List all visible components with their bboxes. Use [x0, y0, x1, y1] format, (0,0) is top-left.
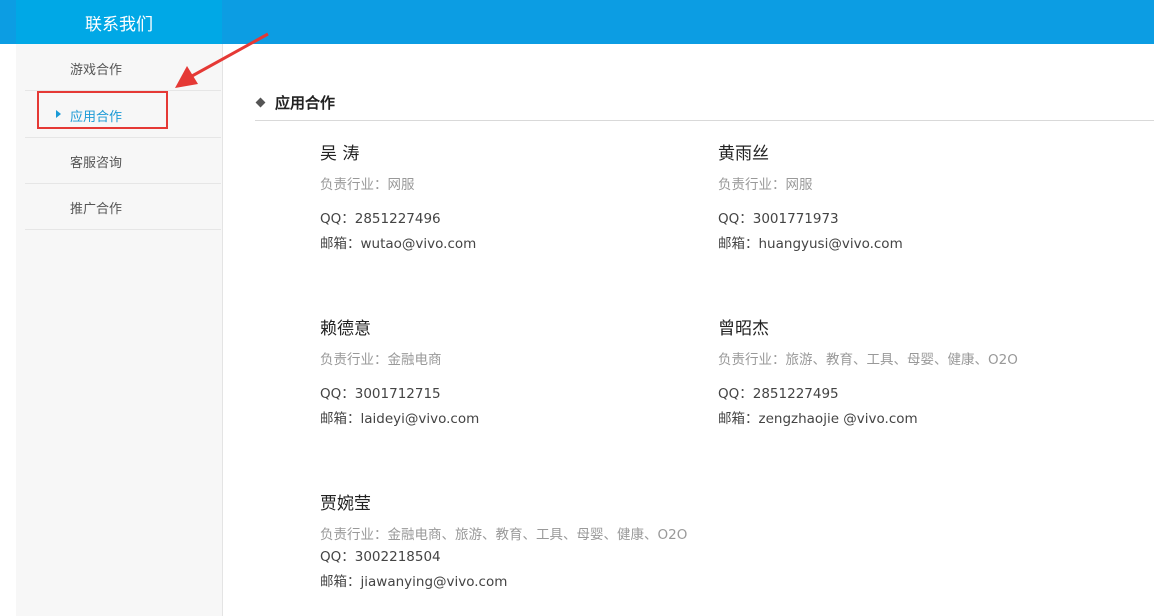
sidebar-item-label: 游戏合作 [70, 63, 123, 78]
contact-industry: 负责行业：网服 [718, 177, 813, 193]
contact-qq: QQ：2851227495 [718, 386, 839, 402]
contact-email: 邮箱：wutao@vivo.com [320, 236, 477, 252]
contact-qq: QQ：2851227496 [320, 211, 441, 227]
contact-email: 邮箱：laideyi@vivo.com [320, 411, 480, 427]
sidebar-item-customer-service[interactable]: 客服咨询 [25, 137, 221, 184]
section-header: 应用合作 [255, 92, 1154, 121]
contact-card: 吴 涛 负责行业：网服 QQ：2851227496 邮箱：wutao@vivo.… [320, 143, 700, 257]
diamond-bullet-icon [255, 97, 266, 108]
contact-name: 贾婉莹 [320, 494, 371, 514]
contact-qq: QQ：3001712715 [320, 386, 441, 402]
contact-qq: QQ：3001771973 [718, 211, 839, 227]
sidebar-item-label: 推广合作 [70, 202, 123, 217]
contact-industry: 负责行业：金融电商、旅游、教育、工具、母婴、健康、O2O [320, 527, 688, 543]
contact-email: 邮箱：huangyusi@vivo.com [718, 236, 903, 252]
contact-card: 黄雨丝 负责行业：网服 QQ：3001771973 邮箱：huangyusi@v… [718, 143, 1098, 257]
contact-card: 曾昭杰 负责行业：旅游、教育、工具、母婴、健康、O2O QQ：285122749… [718, 318, 1098, 432]
section-title: 应用合作 [275, 94, 336, 112]
sidebar-item-label: 应用合作 [70, 110, 123, 125]
contact-card: 贾婉莹 负责行业：金融电商、旅游、教育、工具、母婴、健康、O2O QQ：3002… [320, 493, 700, 595]
sidebar: 游戏合作 应用合作 客服咨询 推广合作 [16, 44, 223, 616]
contact-qq: QQ：3002218504 [320, 549, 441, 565]
left-gutter [0, 44, 17, 616]
contact-name: 赖德意 [320, 319, 371, 339]
contact-industry: 负责行业：网服 [320, 177, 415, 193]
sidebar-item-promotion-cooperation[interactable]: 推广合作 [25, 183, 221, 230]
annotation-arrow-icon [175, 32, 269, 88]
contact-email: 邮箱：zengzhaojie @vivo.com [718, 411, 918, 427]
contact-name: 黄雨丝 [718, 144, 769, 164]
contact-email: 邮箱：jiawanying@vivo.com [320, 574, 508, 590]
contact-card: 赖德意 负责行业：金融电商 QQ：3001712715 邮箱：laideyi@v… [320, 318, 700, 432]
sidebar-item-label: 客服咨询 [70, 156, 123, 171]
contact-name: 曾昭杰 [718, 319, 769, 339]
contact-industry: 负责行业：旅游、教育、工具、母婴、健康、O2O [718, 352, 1018, 368]
contact-industry: 负责行业：金融电商 [320, 352, 442, 368]
caret-right-icon [56, 110, 61, 118]
sidebar-item-app-cooperation[interactable]: 应用合作 [25, 91, 221, 138]
contact-name: 吴 涛 [320, 144, 360, 164]
